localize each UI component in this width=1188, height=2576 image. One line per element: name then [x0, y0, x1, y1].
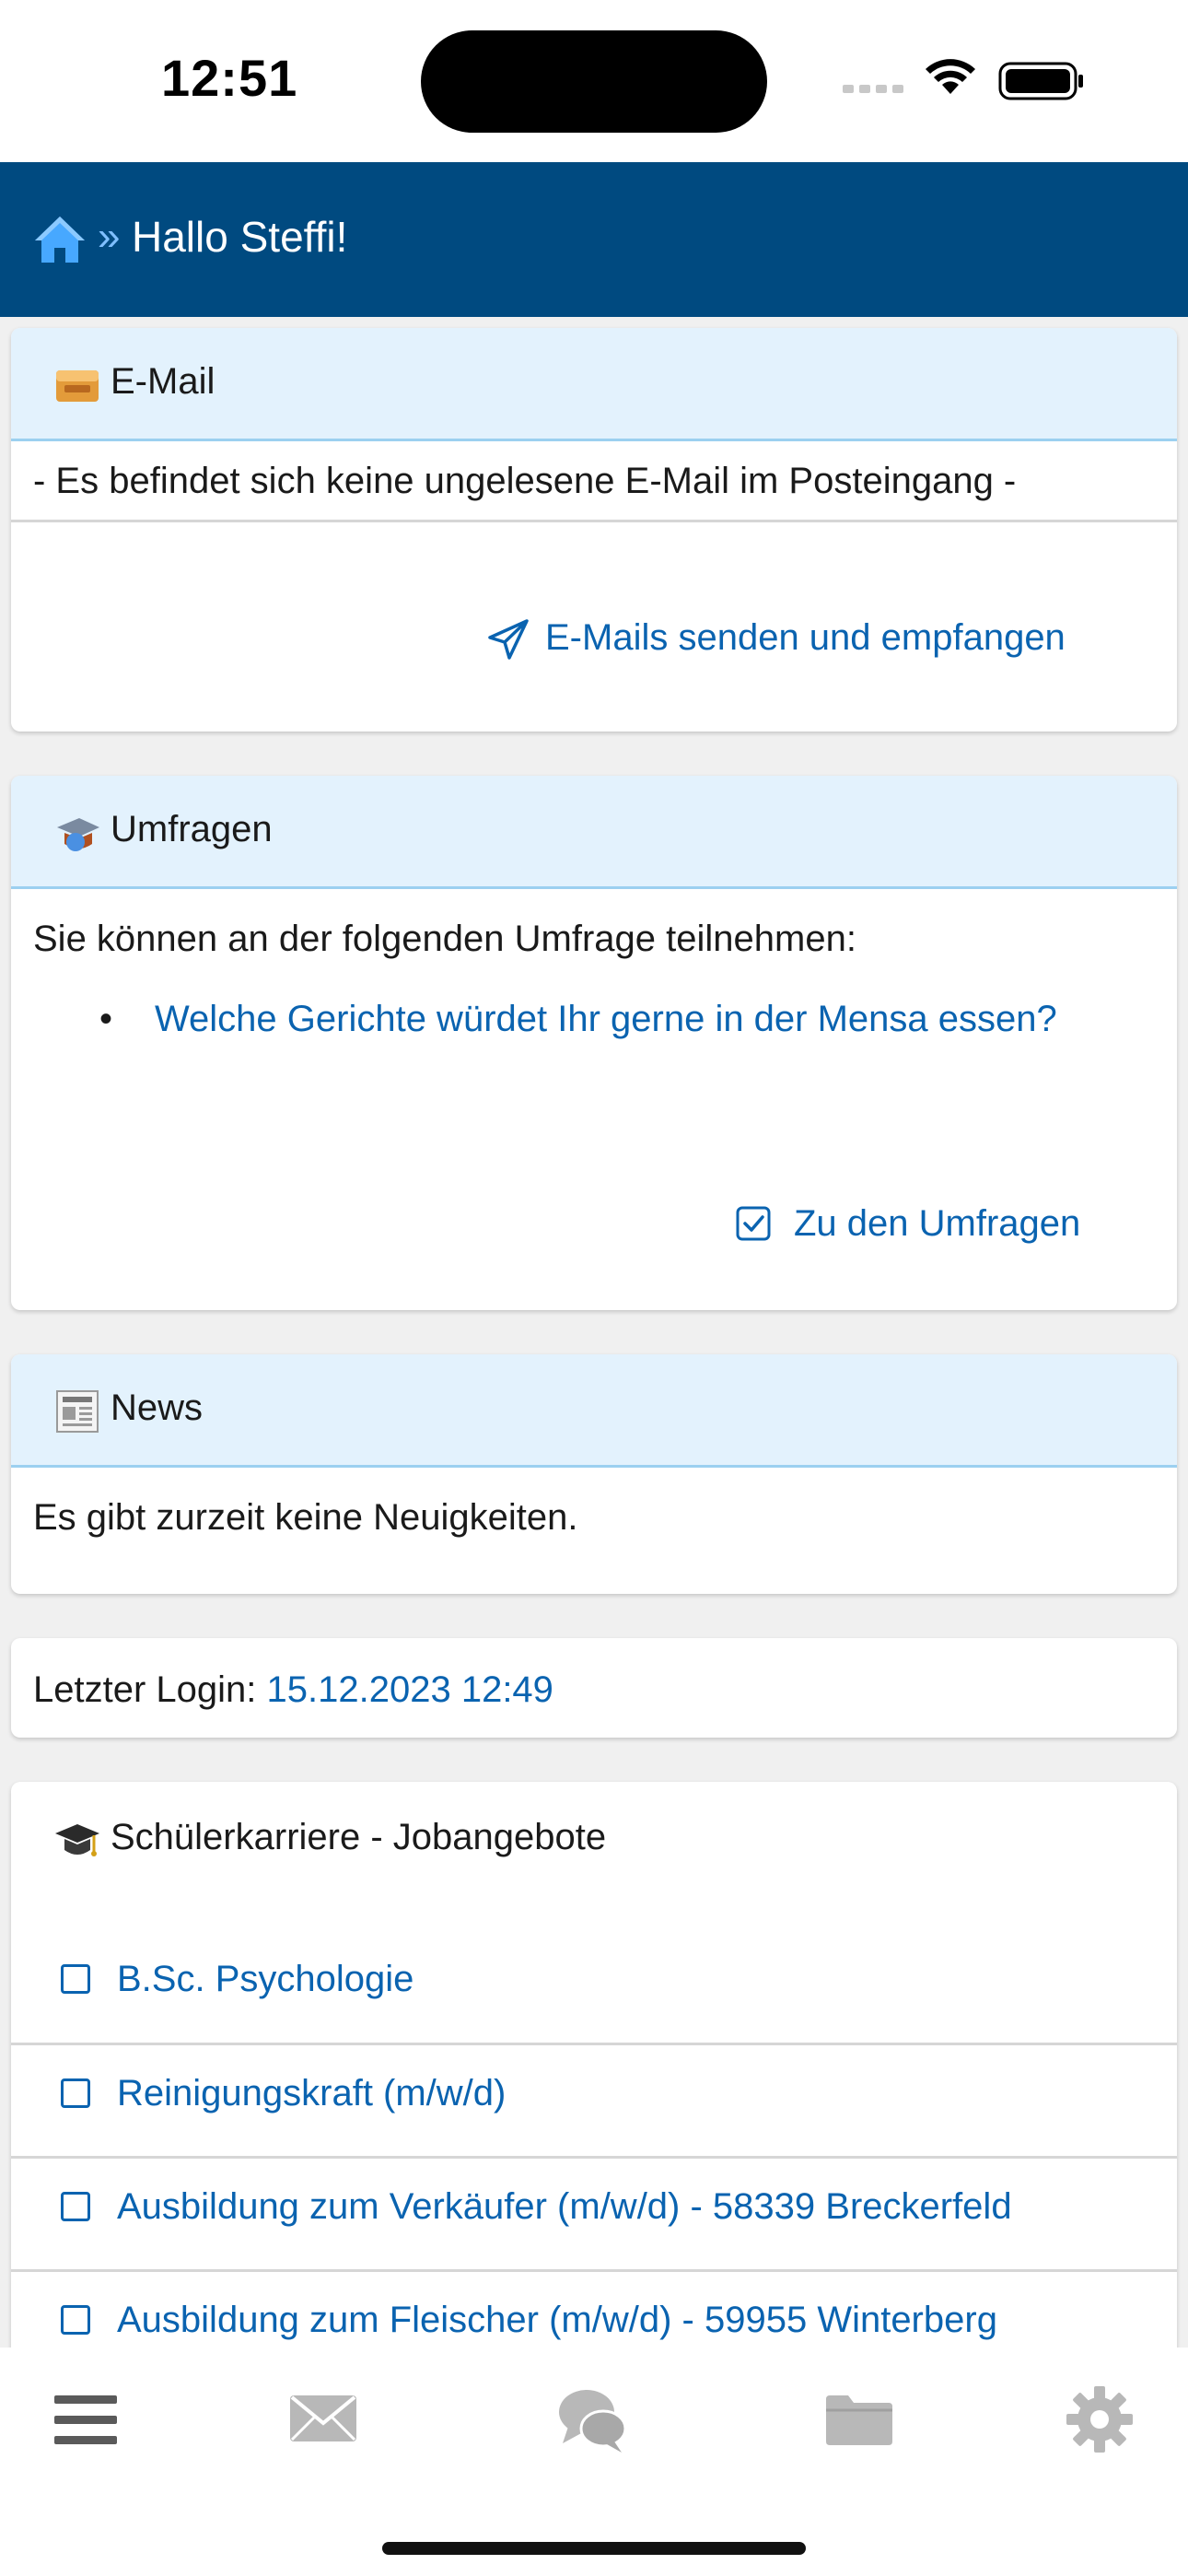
- chat-icon[interactable]: [555, 2383, 629, 2456]
- job-link: B.Sc. Psychologie: [117, 1959, 414, 1999]
- email-message-row: - Es befindet sich keine ungelesene E-Ma…: [11, 441, 1177, 522]
- wifi-icon: [926, 59, 975, 94]
- news-card-title: News: [111, 1388, 204, 1428]
- status-icons: [843, 59, 1083, 100]
- survey-link: Welche Gerichte würdet Ihr gerne in der …: [155, 999, 1057, 1039]
- mail-icon[interactable]: [286, 2383, 360, 2456]
- home-icon[interactable]: [33, 213, 87, 266]
- email-send-receive-label: E-Mails senden und empfangen: [545, 617, 1066, 658]
- newspaper-icon: [56, 1390, 99, 1433]
- folder-icon[interactable]: [822, 2383, 896, 2456]
- bottom-tab-bar: [0, 2348, 1188, 2576]
- job-list-item[interactable]: B.Sc. Psychologie: [11, 1929, 1177, 2045]
- job-link: Reinigungskraft (m/w/d): [117, 2073, 507, 2113]
- job-list-item[interactable]: Ausbildung zum Verkäufer (m/w/d) - 58339…: [11, 2159, 1177, 2272]
- news-card-header: News: [11, 1354, 1177, 1468]
- checkbox-icon: [61, 2305, 90, 2335]
- page-header: » Hallo Steffi!: [0, 162, 1188, 317]
- last-login-label: Letzter Login: 15.12.2023 12:49: [33, 1669, 553, 1711]
- breadcrumb-separator: »: [98, 214, 121, 259]
- battery-icon: [998, 62, 1083, 100]
- last-login-value: 15.12.2023 12:49: [266, 1669, 553, 1710]
- jobs-card: Schülerkarriere - Jobangebote B.Sc. Psyc…: [11, 1782, 1177, 2427]
- news-card: News Es gibt zurzeit keine Neuigkeiten.: [11, 1354, 1177, 1594]
- home-indicator: [382, 2542, 806, 2555]
- cellular-signal-icon: [843, 85, 903, 93]
- job-list-item[interactable]: Reinigungskraft (m/w/d): [11, 2045, 1177, 2159]
- status-time: 12:51: [161, 49, 298, 107]
- checkbox-icon: [61, 2078, 90, 2108]
- surveys-intro-text: Sie können an der folgenden Umfrage teil…: [33, 919, 856, 959]
- graduation-cap-icon: [55, 1824, 99, 1856]
- surveys-card-header: Umfragen: [11, 776, 1177, 889]
- menu-icon[interactable]: [49, 2383, 122, 2456]
- page-title: Hallo Steffi!: [132, 213, 348, 261]
- surveys-card: Umfragen Sie können an der folgenden Umf…: [11, 776, 1177, 1310]
- status-bar: 12:51: [0, 0, 1188, 162]
- gear-icon[interactable]: [1063, 2383, 1136, 2456]
- surveys-card-title: Umfragen: [111, 809, 273, 849]
- last-login-label-text: Letzter Login:: [33, 1669, 257, 1710]
- dynamic-island: [421, 30, 767, 133]
- job-link: Ausbildung zum Fleischer (m/w/d) - 59955…: [117, 2300, 997, 2340]
- paper-plane-icon: [488, 619, 529, 660]
- checkbox-checked-icon: [736, 1206, 771, 1241]
- email-card-title: E-Mail: [111, 361, 215, 402]
- bullet: •: [99, 999, 113, 1039]
- survey-icon: [57, 818, 99, 851]
- email-card-header: E-Mail: [11, 328, 1177, 441]
- jobs-card-title: Schülerkarriere - Jobangebote: [111, 1817, 607, 1857]
- last-login-card: Letzter Login: 15.12.2023 12:49: [11, 1638, 1177, 1738]
- checkbox-icon: [61, 2192, 90, 2221]
- checkbox-icon: [61, 1964, 90, 1994]
- to-surveys-label: Zu den Umfragen: [794, 1203, 1081, 1244]
- job-link: Ausbildung zum Verkäufer (m/w/d) - 58339…: [117, 2186, 1012, 2227]
- email-card: E-Mail - Es befindet sich keine ungelese…: [11, 328, 1177, 732]
- news-status-text: Es gibt zurzeit keine Neuigkeiten.: [33, 1497, 578, 1538]
- email-status-text: - Es befindet sich keine ungelesene E-Ma…: [33, 461, 1017, 501]
- mailbox-icon: [56, 370, 99, 402]
